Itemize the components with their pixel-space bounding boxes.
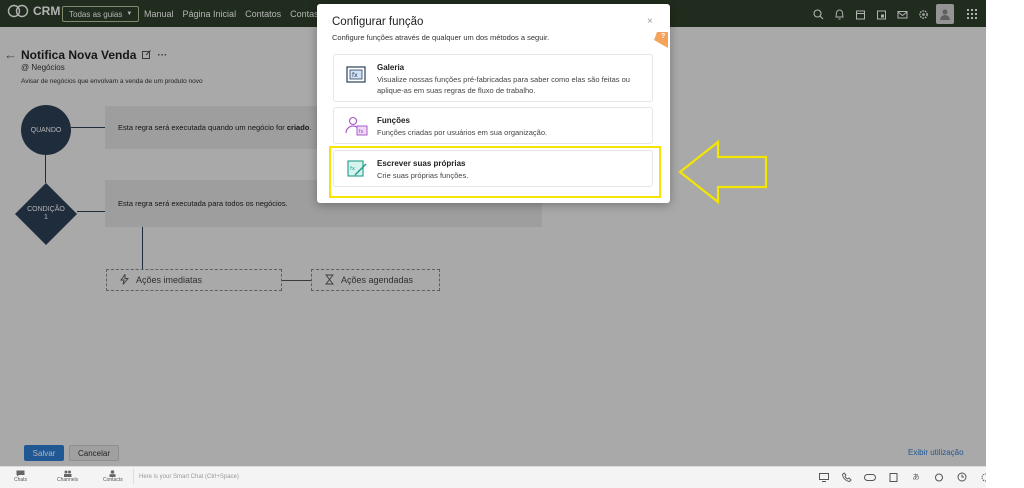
option-functions-title: Funções <box>377 116 410 125</box>
highlight-frame <box>329 146 661 198</box>
svg-text:fx: fx <box>359 129 365 135</box>
bottom-bar-icons: あ <box>815 470 986 484</box>
dialog-subtitle: Configure funções através de qualquer um… <box>332 33 550 42</box>
dialog-title: Configurar função <box>332 16 424 28</box>
user-functions-icon: fx <box>344 114 370 138</box>
channels-icon <box>64 470 72 477</box>
clock-icon[interactable] <box>953 470 971 484</box>
option-gallery[interactable]: fx Galeria Visualize nossas funções pré-… <box>333 54 653 102</box>
bottom-chats-label: Chats <box>14 477 28 483</box>
clipboard-icon[interactable] <box>884 470 902 484</box>
svg-text:fx: fx <box>352 72 358 79</box>
option-gallery-desc: Visualize nossas funções pré-fabricadas … <box>377 75 630 95</box>
bottom-contacts-label: Contacts <box>103 477 123 483</box>
option-functions-desc: Funções criadas por usuários em sua orga… <box>377 128 548 137</box>
smart-chat-input[interactable]: Here is your Smart Chat (Ctrl+Space) <box>133 469 813 484</box>
annotation-arrow-icon <box>678 140 768 204</box>
help-tag[interactable]: ? <box>654 32 668 48</box>
help-label: ? <box>661 33 666 40</box>
contact-icon <box>109 470 116 477</box>
gallery-icon: fx <box>344 63 370 87</box>
bottom-contacts[interactable]: Contacts <box>103 470 123 483</box>
phone-icon[interactable] <box>838 470 856 484</box>
chat-icon <box>16 470 25 477</box>
bottom-channels[interactable]: Channels <box>57 470 78 483</box>
gamepad-icon[interactable] <box>861 470 879 484</box>
right-margin <box>986 0 1024 488</box>
option-functions[interactable]: fx Funções Funções criadas por usuários … <box>333 107 653 144</box>
bottom-chats[interactable]: Chats <box>14 470 27 483</box>
settings-icon[interactable] <box>976 470 986 484</box>
close-icon[interactable]: × <box>647 16 653 27</box>
bottom-channels-label: Channels <box>57 477 79 483</box>
screen-icon[interactable] <box>815 470 833 484</box>
alarm-icon[interactable] <box>930 470 948 484</box>
bottom-bar: Chats Channels Contacts Here is your Sma… <box>0 466 986 488</box>
translate-icon[interactable]: あ <box>907 470 925 484</box>
option-gallery-title: Galeria <box>377 63 405 72</box>
app: CRM Todas as guias ▼ Manual Página Inici… <box>0 0 986 488</box>
